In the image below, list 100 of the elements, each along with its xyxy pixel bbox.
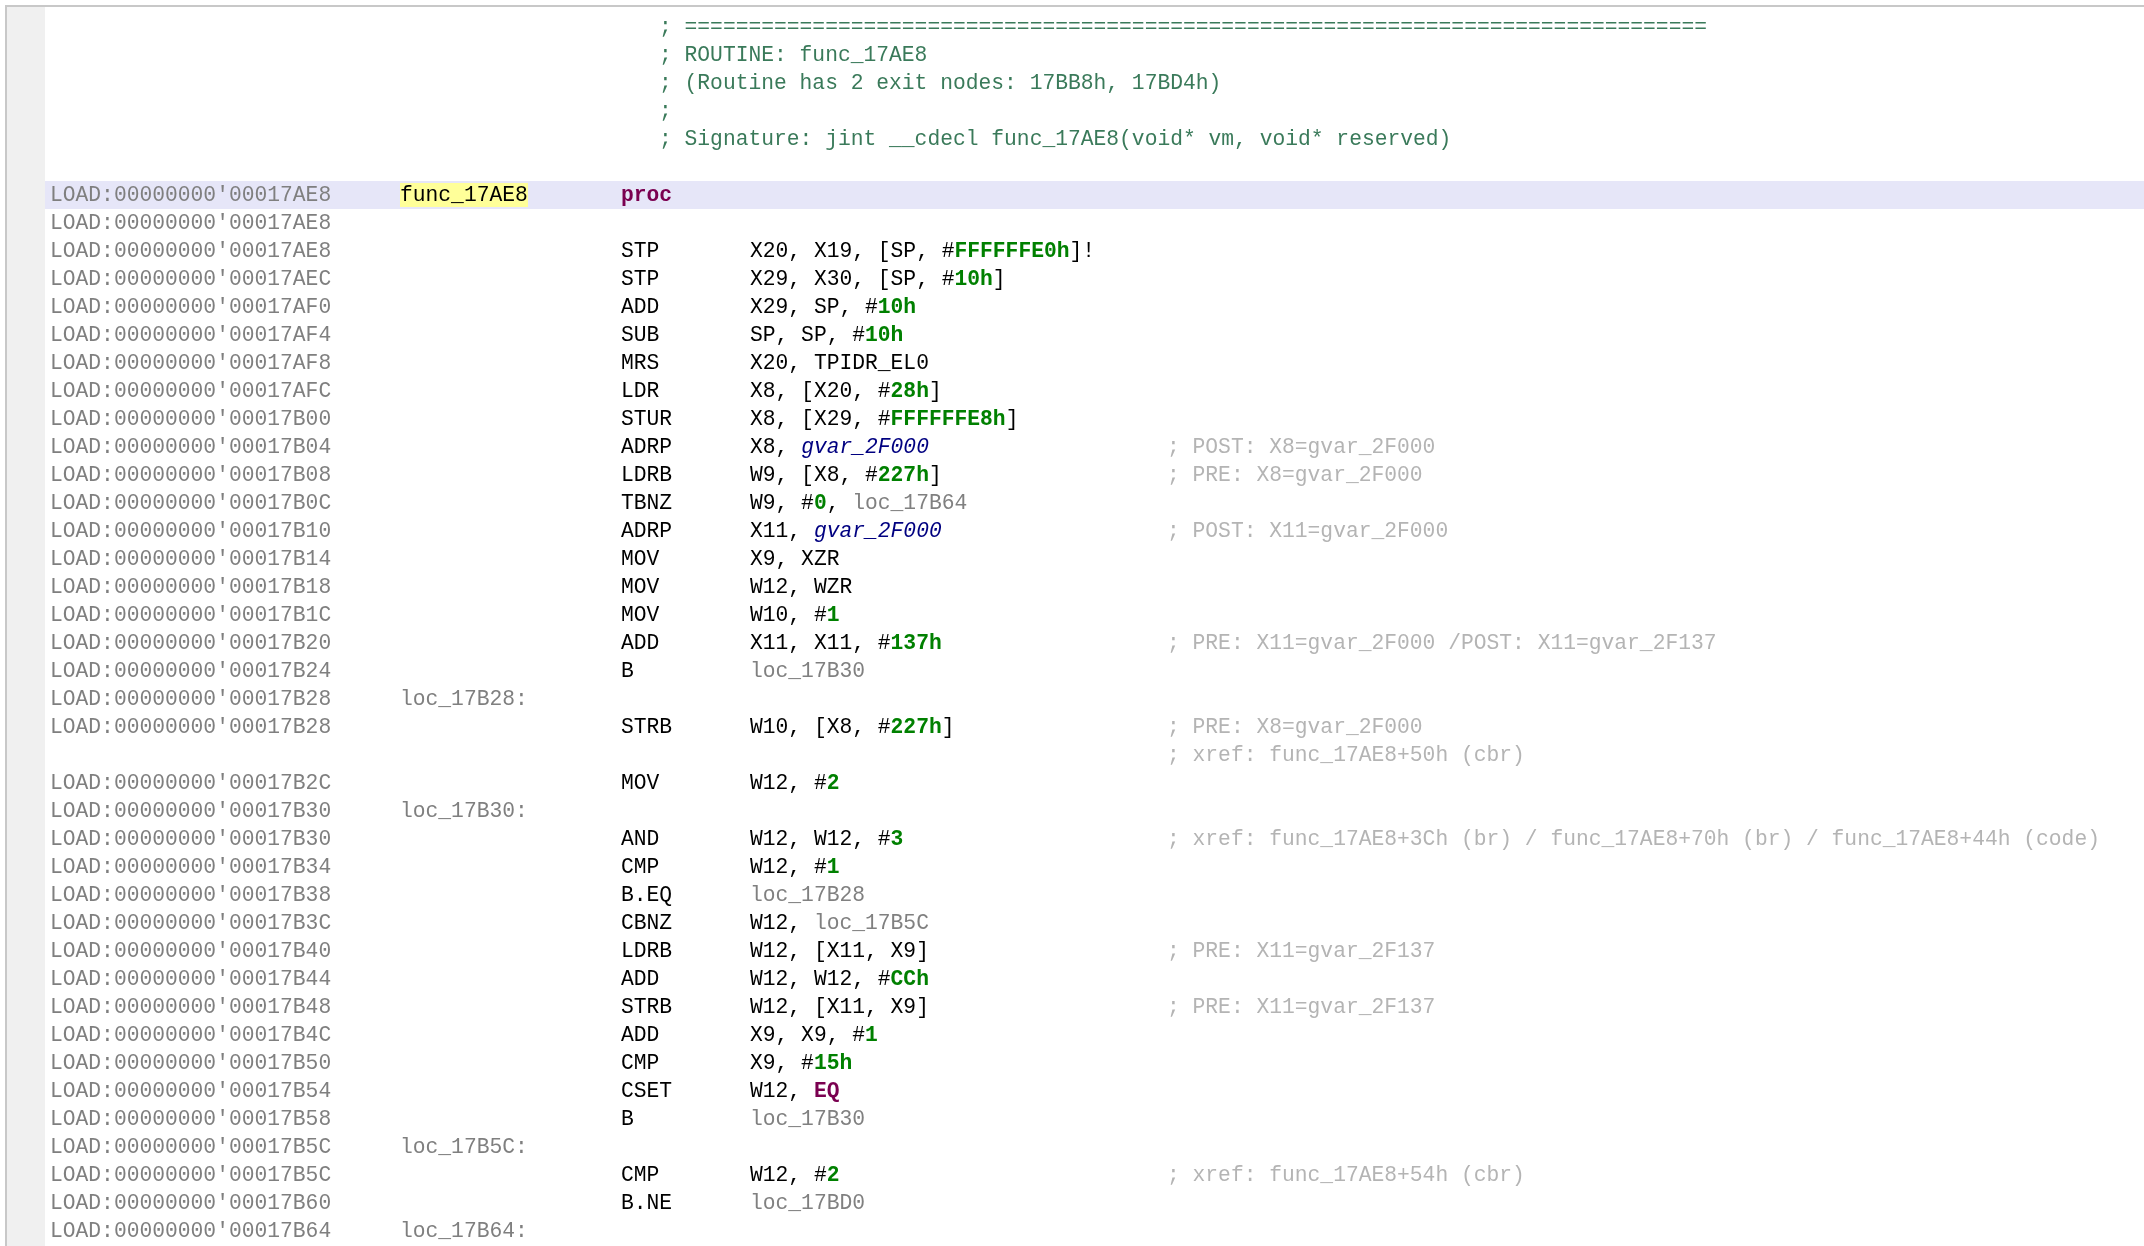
address-text: LOAD:00000000'00017B30: [50, 798, 333, 825]
mnemonic-text: MRS: [621, 351, 660, 375]
address-text: LOAD:00000000'00017AE8: [50, 238, 333, 265]
mnemonic-text: CSET: [621, 1079, 673, 1103]
address-text: LOAD:00000000'00017B60: [50, 1190, 333, 1217]
address-text: LOAD:00000000'00017B28: [50, 714, 333, 741]
operand-text: W12, loc_17B5C: [750, 911, 929, 935]
address-text: LOAD:00000000'00017B10: [50, 518, 333, 545]
comment-text: ; xref: func_17AE8+54h (cbr): [1167, 1162, 1525, 1189]
operand-text: X9, X9, #1: [750, 1023, 878, 1047]
mnemonic-text: CMP: [621, 1051, 660, 1075]
operand-text: W12, W12, #3: [750, 827, 904, 851]
mnemonic-text: LDRB: [621, 463, 673, 487]
address-text: LOAD:00000000'00017B28: [50, 686, 333, 713]
operand-text: loc_17B30: [750, 1107, 866, 1131]
operand-text: W12, #2: [750, 1163, 840, 1187]
mnemonic-text: SUB: [621, 323, 660, 347]
header-comment: ;: [659, 99, 672, 123]
mnemonic-text: LDR: [621, 379, 660, 403]
comment-text: ; PRE: X11=gvar_2F137: [1167, 938, 1436, 965]
address-text: LOAD:00000000'00017B4C: [50, 1022, 333, 1049]
mnemonic-text: CMP: [621, 855, 660, 879]
operand-text: X29, X30, [SP, #10h]: [750, 267, 1006, 291]
address-text: LOAD:00000000'00017B2C: [50, 770, 333, 797]
address-text: LOAD:00000000'00017B50: [50, 1050, 333, 1077]
header-comment: ; ================================================================================: [659, 15, 1707, 39]
operand-text: W12, #1: [750, 855, 840, 879]
label-text: loc_17B64:: [400, 1219, 528, 1243]
label-text: loc_17B28:: [400, 687, 528, 711]
operand-text: loc_17BD0: [750, 1191, 866, 1215]
mnemonic-text: ADRP: [621, 435, 673, 459]
comment-text: ; POST: X8=gvar_2F000: [1167, 434, 1436, 461]
mnemonic-text: B.EQ: [621, 883, 673, 907]
address-text: LOAD:00000000'00017B20: [50, 630, 333, 657]
address-text: LOAD:00000000'00017B54: [50, 1078, 333, 1105]
highlighted-row[interactable]: LOAD:00000000'00017AE8 func_17AE8 proc: [45, 181, 2144, 209]
mnemonic-text: MOV: [621, 547, 660, 571]
operand-text: X9, XZR: [750, 547, 840, 571]
mnemonic-text: STP: [621, 267, 660, 291]
mnemonic-text: STRB: [621, 995, 673, 1019]
comment-text: ; POST: X11=gvar_2F000: [1167, 518, 1449, 545]
mnemonic-text: B: [621, 1107, 634, 1131]
address-text: LOAD:00000000'00017AE8: [50, 210, 333, 237]
comment-text: ; xref: func_17AE8+3Ch (br) / func_17AE8+70h (br) / func_17AE8+44h (code): [1167, 826, 2100, 853]
mnemonic-text: CMP: [621, 1163, 660, 1187]
operand-text: X20, X19, [SP, #FFFFFFE0h]!: [750, 239, 1096, 263]
address-text: LOAD:00000000'00017AEC: [50, 266, 333, 293]
address-text: LOAD:00000000'00017B44: [50, 966, 333, 993]
address-text: LOAD:00000000'00017AF8: [50, 350, 333, 377]
operand-text: W12, [X11, X9]: [750, 995, 929, 1019]
address-text: LOAD:00000000'00017AF0: [50, 294, 333, 321]
address-text: LOAD:00000000'00017B14: [50, 546, 333, 573]
address-text: LOAD:00000000'00017B3C: [50, 910, 333, 937]
address-text: LOAD:00000000'00017AE8: [50, 182, 333, 209]
comment-text: ; xref: func_17AE8+50h (cbr): [1167, 742, 1525, 769]
mnemonic-text: STUR: [621, 407, 673, 431]
address-text: LOAD:00000000'00017B08: [50, 462, 333, 489]
operand-text: X8, [X20, #28h]: [750, 379, 942, 403]
label-text: loc_17B5C:: [400, 1135, 528, 1159]
operand-text: X29, SP, #10h: [750, 295, 917, 319]
operand-text: X20, TPIDR_EL0: [750, 351, 929, 375]
label-text: loc_17B30:: [400, 799, 528, 823]
operand-text: W12, W12, #CCh: [750, 967, 929, 991]
comment-text: ; PRE: X8=gvar_2F000: [1167, 714, 1423, 741]
address-text: LOAD:00000000'00017AFC: [50, 378, 333, 405]
operand-text: W12, WZR: [750, 575, 853, 599]
operand-text: X9, #15h: [750, 1051, 853, 1075]
mnemonic-text: CBNZ: [621, 911, 673, 935]
address-text: LOAD:00000000'00017AF4: [50, 322, 333, 349]
mnemonic-text: B.NE: [621, 1191, 673, 1215]
mnemonic-text: ADD: [621, 967, 660, 991]
address-text: LOAD:00000000'00017B30: [50, 826, 333, 853]
operand-text: SP, SP, #10h: [750, 323, 904, 347]
address-text: LOAD:00000000'00017B48: [50, 994, 333, 1021]
mnemonic-text: MOV: [621, 771, 660, 795]
mnemonic-text: STP: [621, 239, 660, 263]
address-text: LOAD:00000000'00017B58: [50, 1106, 333, 1133]
operand-text: X8, [X29, #FFFFFFE8h]: [750, 407, 1019, 431]
address-text: LOAD:00000000'00017B00: [50, 406, 333, 433]
comment-text: ; PRE: X11=gvar_2F137: [1167, 994, 1436, 1021]
operand-text: W12, #2: [750, 771, 840, 795]
comment-text: ; PRE: X8=gvar_2F000: [1167, 462, 1423, 489]
header-comment: ; (Routine has 2 exit nodes: 17BB8h, 17BD4h): [659, 71, 1222, 95]
operand-text: W10, #1: [750, 603, 840, 627]
mnemonic-text: TBNZ: [621, 491, 673, 515]
mnemonic-text: ADD: [621, 295, 660, 319]
address-text: LOAD:00000000'00017B34: [50, 854, 333, 881]
mnemonic-text: proc: [621, 183, 673, 207]
address-text: LOAD:00000000'00017B38: [50, 882, 333, 909]
operand-text: W12, EQ: [750, 1079, 840, 1103]
header-comment: ; ROUTINE: func_17AE8: [659, 43, 928, 67]
mnemonic-text: B: [621, 659, 634, 683]
mnemonic-text: MOV: [621, 603, 660, 627]
address-text: LOAD:00000000'00017B18: [50, 574, 333, 601]
mnemonic-text: ADD: [621, 631, 660, 655]
operand-text: X11, X11, #137h: [750, 631, 942, 655]
address-text: LOAD:00000000'00017B64: [50, 1218, 333, 1245]
operand-text: W12, [X11, X9]: [750, 939, 929, 963]
operand-text: W9, [X8, #227h]: [750, 463, 942, 487]
address-text: LOAD:00000000'00017B04: [50, 434, 333, 461]
